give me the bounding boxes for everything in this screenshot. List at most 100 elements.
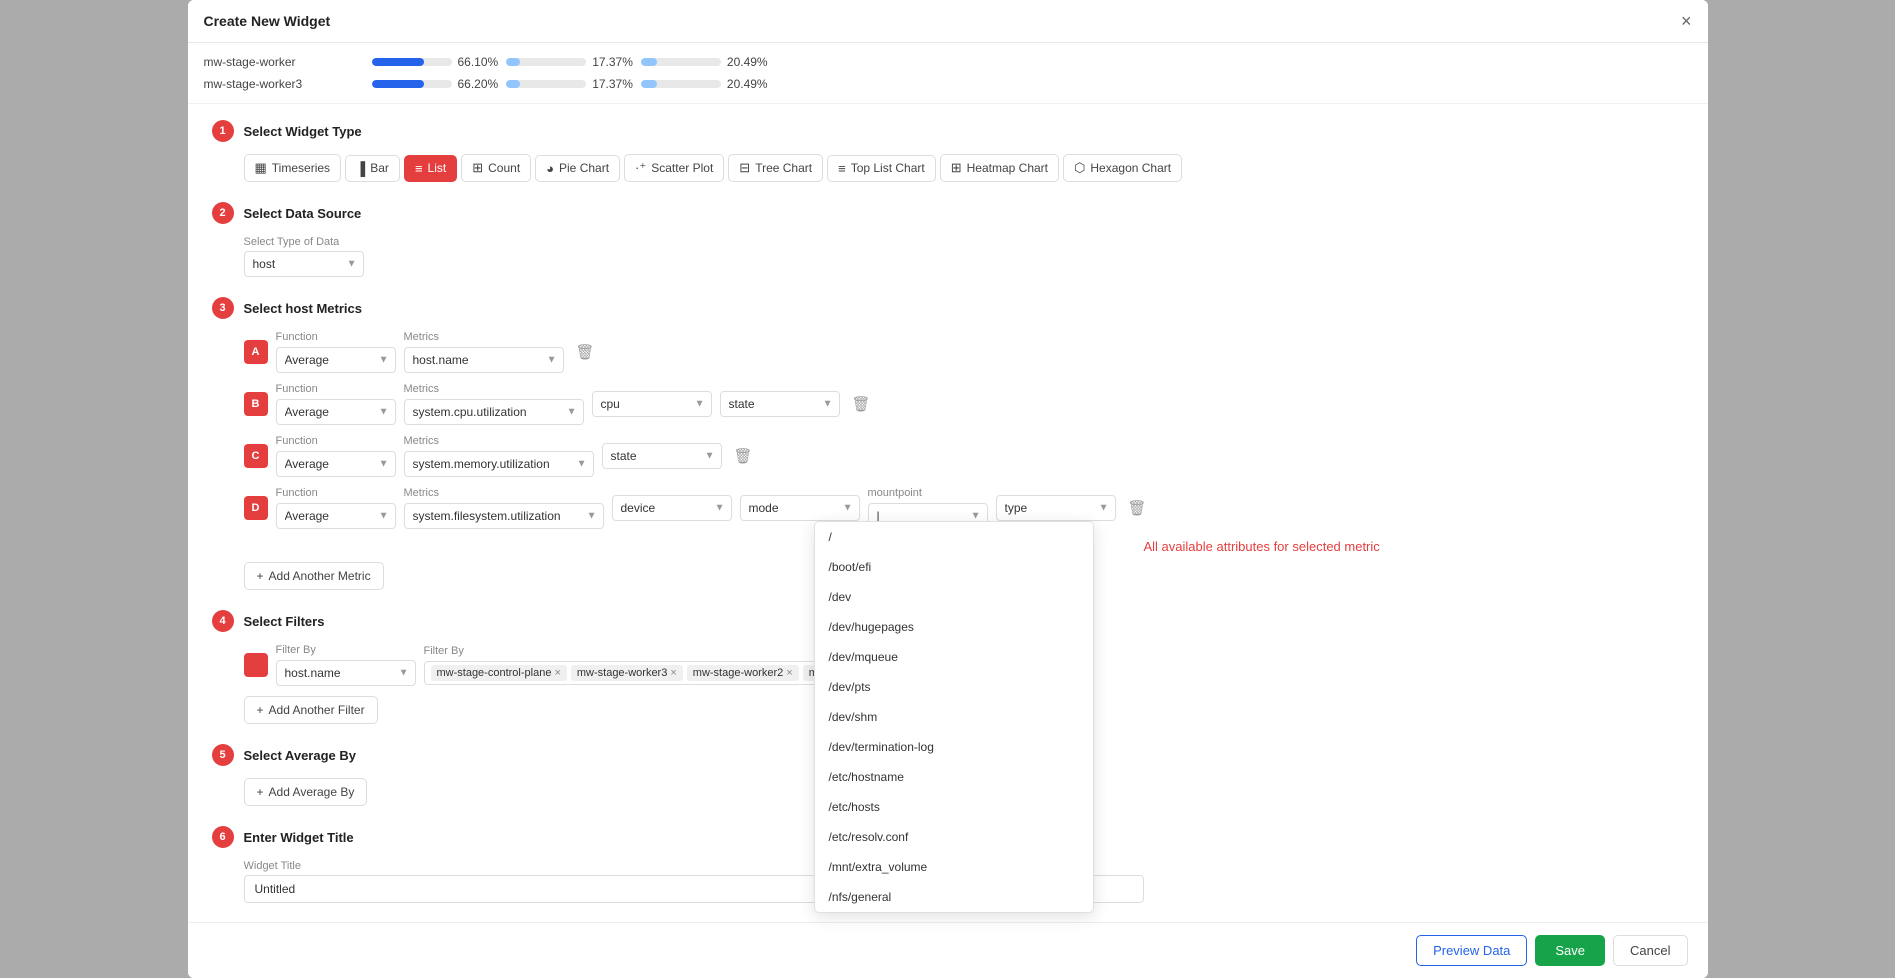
add-filter-button[interactable]: + Add Another Filter xyxy=(244,696,378,724)
preview-data-button[interactable]: Preview Data xyxy=(1416,935,1527,966)
step1-header: 1 Select Widget Type xyxy=(212,120,1684,142)
metric-d-delete-button[interactable]: 🗑 xyxy=(1124,495,1151,521)
metric-a-metrics-select[interactable]: host.name xyxy=(404,347,564,373)
add-avg-button[interactable]: + Add Average By xyxy=(244,778,368,806)
metric-c-function-group: Function AverageSumMinMax ▼ xyxy=(276,435,396,477)
metric-c-metrics-label: Metrics xyxy=(404,435,594,447)
chart-type-hexagon[interactable]: ⬡ Hexagon Chart xyxy=(1063,154,1182,182)
add-metric-button[interactable]: + Add Another Metric xyxy=(244,562,384,590)
progress-item-1c: 20.49% xyxy=(641,55,768,69)
dropdown-item-etc-resolv[interactable]: /etc/resolv.conf xyxy=(815,822,1093,852)
chart-type-scatter[interactable]: ·⁺ Scatter Plot xyxy=(624,154,724,182)
progress-item-1a: 66.10% xyxy=(372,55,499,69)
metric-a-delete-button[interactable]: 🗑 xyxy=(572,339,599,365)
step2-badge: 2 xyxy=(212,202,234,224)
dropdown-item-dev[interactable]: /dev xyxy=(815,582,1093,612)
metric-d-extra2-select[interactable]: mode xyxy=(740,495,860,521)
metric-b-metrics-group: Metrics system.cpu.utilization ▼ xyxy=(404,383,584,425)
chart-type-heatmap[interactable]: ⊞ Heatmap Chart xyxy=(940,154,1059,182)
dropdown-item-etc-hostname[interactable]: /etc/hostname xyxy=(815,762,1093,792)
metric-d-type-select[interactable]: type xyxy=(996,495,1116,521)
tag-remove-3[interactable]: × xyxy=(786,667,792,679)
metric-b-metrics-wrap: system.cpu.utilization ▼ xyxy=(404,399,584,425)
metric-b-func-select[interactable]: AverageSumMinMax xyxy=(276,399,396,425)
step3-header: 3 Select host Metrics xyxy=(212,297,1684,319)
metric-d-extra2-wrap: mode ▼ xyxy=(740,495,860,521)
metric-row-b: B Function AverageSumMinMax ▼ Metri xyxy=(244,383,1684,425)
step2-section: 2 Select Data Source Select Type of Data… xyxy=(212,202,1684,277)
metric-b-func-wrap: AverageSumMinMax ▼ xyxy=(276,399,396,425)
metric-b-extra2-wrap: state ▼ xyxy=(720,391,840,417)
chart-type-list[interactable]: ≡ List xyxy=(404,155,457,182)
chart-type-bar[interactable]: ▐ Bar xyxy=(345,155,400,182)
add-filter-plus-icon: + xyxy=(257,703,264,717)
chart-type-count[interactable]: ⊞ Count xyxy=(461,154,531,182)
dropdown-item-dev-shm[interactable]: /dev/shm xyxy=(815,702,1093,732)
chart-label-hexagon: Hexagon Chart xyxy=(1090,161,1171,175)
dropdown-item-etc-hosts[interactable]: /etc/hosts xyxy=(815,792,1093,822)
metric-c-metrics-group: Metrics system.memory.utilization ▼ xyxy=(404,435,594,477)
timeseries-icon: ▦ xyxy=(255,160,267,176)
dropdown-item-dev-pts[interactable]: /dev/pts xyxy=(815,672,1093,702)
metric-b-delete-button[interactable]: 🗑 xyxy=(848,391,875,417)
dropdown-item-boot-efi[interactable]: /boot/efi xyxy=(815,552,1093,582)
bar-fill-1c xyxy=(641,58,657,66)
tag-remove-2[interactable]: × xyxy=(670,667,676,679)
metric-d-extra1-select[interactable]: device xyxy=(612,495,732,521)
data-source-group: Select Type of Data host metrics logs tr… xyxy=(212,236,1684,277)
metric-a-func-select[interactable]: AverageSumMinMax xyxy=(276,347,396,373)
metrics-group: A Function AverageSumMinMax ▼ Metri xyxy=(212,331,1684,590)
chart-type-timeseries[interactable]: ▦ Timeseries xyxy=(244,154,342,182)
chart-type-toplist[interactable]: ≡ Top List Chart xyxy=(827,155,936,182)
metric-c-metrics-select[interactable]: system.memory.utilization xyxy=(404,451,594,477)
pct-2a: 66.20% xyxy=(458,77,499,91)
step1-badge: 1 xyxy=(212,120,234,142)
dropdown-item-dev-termination[interactable]: /dev/termination-log xyxy=(815,732,1093,762)
metric-c-delete-button[interactable]: 🗑 xyxy=(730,443,757,469)
metric-b-extra2-select[interactable]: state xyxy=(720,391,840,417)
metric-c-metrics-wrap: system.memory.utilization ▼ xyxy=(404,451,594,477)
filter-by-label: Filter By xyxy=(276,644,416,656)
cancel-button[interactable]: Cancel xyxy=(1613,935,1687,966)
save-button[interactable]: Save xyxy=(1535,935,1605,966)
filter-by-wrap: host.name ▼ xyxy=(276,660,416,686)
dropdown-item-nfs-general[interactable]: /nfs/general xyxy=(815,882,1093,912)
tree-icon: ⊟ xyxy=(739,160,750,176)
tag-remove-1[interactable]: × xyxy=(554,667,560,679)
chart-label-list: List xyxy=(428,161,447,175)
count-icon: ⊞ xyxy=(472,160,483,176)
datasource-select[interactable]: host metrics logs traces xyxy=(244,251,364,277)
scatter-icon: ·⁺ xyxy=(635,160,646,176)
metric-c-extra1-select[interactable]: state xyxy=(602,443,722,469)
dropdown-item-dev-hugepages[interactable]: /dev/hugepages xyxy=(815,612,1093,642)
metric-b-metrics-select[interactable]: system.cpu.utilization xyxy=(404,399,584,425)
close-button[interactable]: × xyxy=(1681,12,1692,30)
helper-text: All available attributes for selected me… xyxy=(1144,539,1380,554)
metric-b-func-label: Function xyxy=(276,383,396,395)
progress-item-2a: 66.20% xyxy=(372,77,499,91)
chart-label-tree: Tree Chart xyxy=(755,161,812,175)
chart-type-pie[interactable]: ◕ Pie Chart xyxy=(535,155,620,182)
hexagon-icon: ⬡ xyxy=(1074,160,1085,176)
filter-tag-1: mw-stage-control-plane × xyxy=(431,665,567,681)
metric-d-func-select[interactable]: AverageSumMinMax xyxy=(276,503,396,529)
bar-fill-2b xyxy=(506,80,520,88)
metric-a-metrics-label: Metrics xyxy=(404,331,564,343)
bar-wrap-1c xyxy=(641,58,721,66)
metric-c-func-select[interactable]: AverageSumMinMax xyxy=(276,451,396,477)
tag-text-2: mw-stage-worker3 xyxy=(577,667,667,679)
metric-b-extra1-select[interactable]: cpu xyxy=(592,391,712,417)
metric-a-func-label: Function xyxy=(276,331,396,343)
progress-group-1: 66.10% 17.37% 20.49% xyxy=(372,55,1692,69)
bar-wrap-2c xyxy=(641,80,721,88)
chart-type-tree[interactable]: ⊟ Tree Chart xyxy=(728,154,823,182)
step3-section: 3 Select host Metrics A Function Average… xyxy=(212,297,1684,590)
metric-d-metrics-select[interactable]: system.filesystem.utilization xyxy=(404,503,604,529)
dropdown-item-root[interactable]: / xyxy=(815,522,1093,552)
dropdown-item-dev-mqueue[interactable]: /dev/mqueue xyxy=(815,642,1093,672)
chart-label-count: Count xyxy=(488,161,520,175)
filter-by-select[interactable]: host.name xyxy=(276,660,416,686)
metric-d-func-wrap: AverageSumMinMax ▼ xyxy=(276,503,396,529)
dropdown-item-mnt-extra[interactable]: /mnt/extra_volume xyxy=(815,852,1093,882)
metric-d-func-label: Function xyxy=(276,487,396,499)
